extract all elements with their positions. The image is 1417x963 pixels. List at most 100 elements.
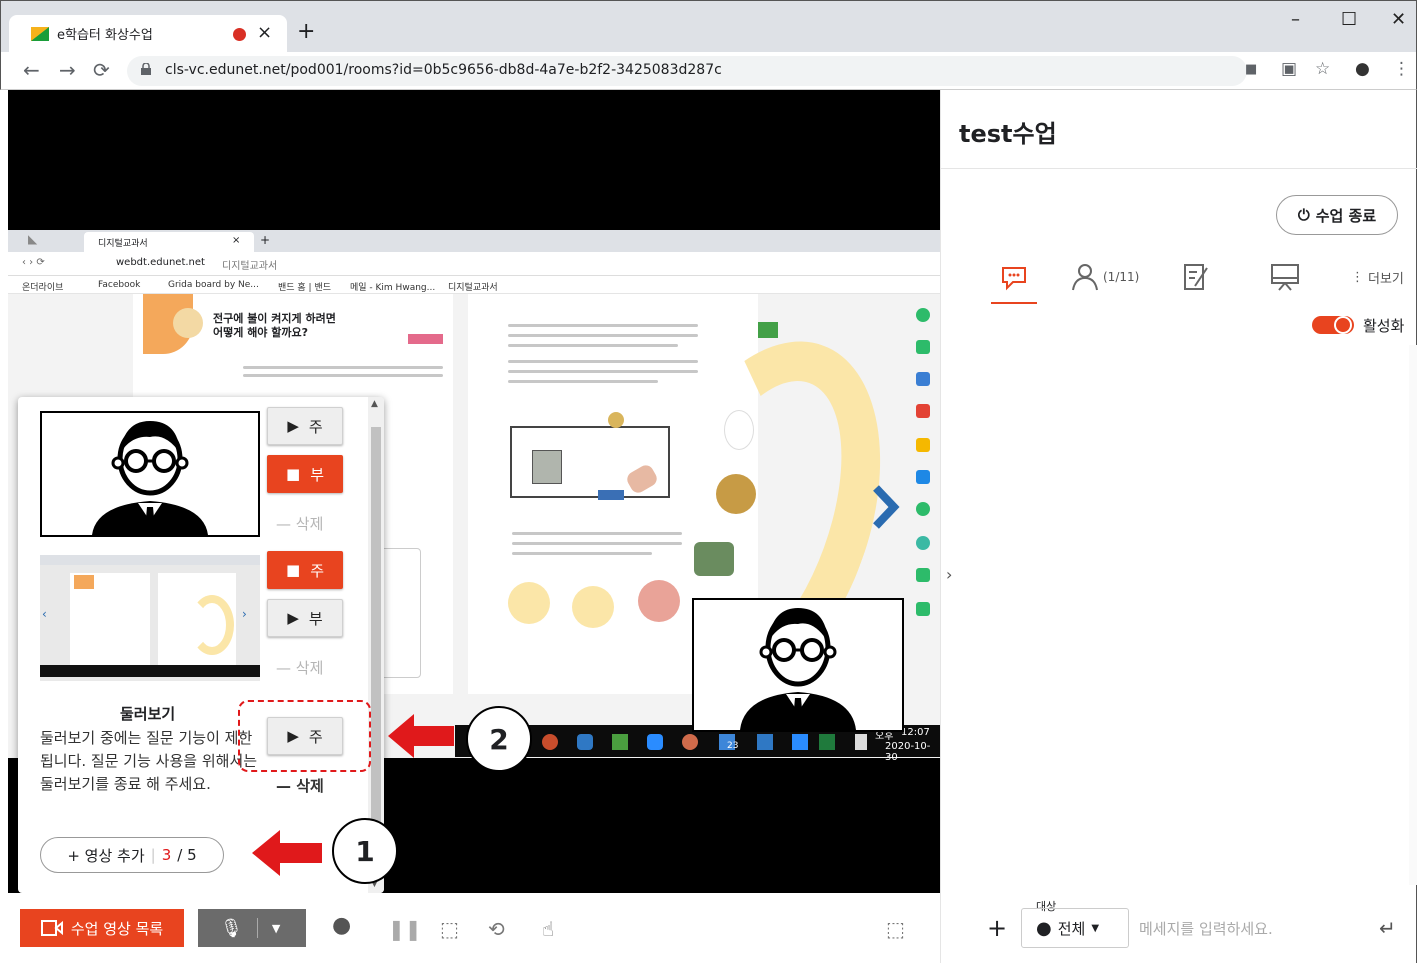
shared-bookmarks-bar: 온더라이브 Facebook Grida board by Ne... 밴드 홈… [8, 276, 940, 294]
collapse-panel-icon[interactable]: › [946, 565, 952, 584]
url-text: cls-vc.edunet.net/pod001/rooms?id=0b5c96… [165, 62, 722, 78]
edit-note-icon [1184, 264, 1208, 290]
annotation-callout-1: 1 [332, 818, 398, 884]
pointer-icon[interactable]: ☝ [542, 917, 554, 941]
browser-tab[interactable]: e학습터 화상수업 × [9, 15, 287, 53]
chat-input-bar: + 대상 ● 전체 ▼ 메세지를 입력하세요. ↵ [941, 890, 1417, 963]
profile-icon[interactable]: ● [1355, 59, 1370, 79]
participants-count: (1/11) [1103, 270, 1140, 284]
video-list-popup: ▶ 주 ■ 부 — 삭제 ‹ › ■ 주 ▶ 부 — 삭제 둘러보기 둘러보기 … [18, 397, 384, 893]
back-icon[interactable]: ← [23, 58, 40, 82]
menu-kebab-icon[interactable]: ⋮ [1393, 59, 1410, 79]
maximize-button[interactable]: ☐ [1341, 9, 1357, 30]
activate-toggle[interactable] [1312, 316, 1354, 334]
tab-quiz[interactable] [1181, 262, 1211, 292]
microphone-button[interactable]: 🎙 ▼ [198, 909, 306, 947]
textbook-heading-line2: 어떻게 해야 할까요? [213, 326, 308, 339]
recording-indicator-icon [233, 28, 246, 41]
teacher-avatar-icon [92, 421, 208, 535]
end-class-button[interactable]: ⏻ 수업 종료 [1276, 195, 1398, 235]
tab-chat[interactable] [999, 262, 1029, 292]
thumb-prev-icon: ‹ [42, 607, 47, 621]
bookmark-item: 메일 - Kim Hwang... [350, 283, 436, 293]
record-icon[interactable]: ● [332, 913, 351, 938]
bookmark-star-icon[interactable]: ☆ [1315, 59, 1330, 79]
shared-tab-bar: ◣ 디지털교과서 × + [8, 230, 940, 252]
shared-url-title: 디지털교과서 [222, 261, 278, 272]
shared-nav-icons: ‹ › ⟳ [22, 257, 45, 268]
taskbar-time: 12:07 [901, 727, 930, 738]
bookmark-item: 디지털교과서 [448, 283, 498, 293]
textbook-side-tools [913, 304, 933, 704]
minimize-button[interactable]: – [1291, 9, 1300, 30]
tab-screen[interactable] [1269, 262, 1301, 292]
play-icon: ▶ [287, 609, 299, 627]
more-menu[interactable]: ⋮ 더보기 [1351, 268, 1404, 287]
chevron-down-icon[interactable]: ▼ [272, 922, 280, 935]
annotation-arrow-2-icon [388, 714, 454, 758]
set-sub-button[interactable]: ▶ 부 [267, 599, 343, 637]
close-tab-button[interactable]: × [257, 22, 272, 43]
annotation-arrow-1-icon [252, 830, 322, 876]
new-tab-button[interactable]: + [297, 19, 315, 44]
browse-title: 둘러보기 [120, 705, 176, 723]
video-thumbnail[interactable] [40, 411, 260, 537]
minus-icon: — [276, 777, 291, 795]
mic-muted-icon: 🎙 [220, 917, 243, 939]
power-icon: ⏻ [1297, 206, 1310, 224]
screen-select-icon[interactable]: ⬚ [440, 917, 459, 941]
class-title: test수업 [959, 120, 1057, 148]
bookmark-item: Facebook [98, 280, 141, 290]
video-count-current: 3 [161, 846, 172, 864]
target-select[interactable]: ● 전체 ▼ [1021, 908, 1129, 948]
video-camera-icon [40, 920, 63, 936]
close-window-button[interactable]: ✕ [1391, 9, 1406, 30]
reload-icon[interactable]: ⟳ [93, 58, 110, 82]
presentation-icon [1271, 264, 1299, 291]
set-main-button[interactable]: ▶ 주 [267, 407, 343, 445]
loop-icon[interactable]: ⟲ [488, 917, 505, 941]
person-icon [1072, 264, 1098, 291]
shared-newtab-icon: + [260, 233, 271, 247]
chat-scrollbar[interactable] [1409, 345, 1417, 885]
add-video-button[interactable]: + 영상 추가 | 3 / 5 [40, 837, 224, 873]
tab-participants[interactable]: (1/11) [1071, 262, 1139, 292]
taskbar-badge: 23 [727, 741, 739, 751]
forward-icon[interactable]: → [59, 58, 76, 82]
camera-icon[interactable]: ■ [1245, 62, 1257, 77]
message-input[interactable]: 메세지를 입력하세요. [1139, 918, 1273, 939]
video-thumbnail[interactable]: ‹ › [40, 555, 260, 681]
shared-close-icon: × [232, 235, 241, 246]
annotation-callout-2: 2 [466, 706, 532, 772]
add-attachment-button[interactable]: + [987, 914, 1007, 942]
textbook-heading-line1: 전구에 불이 켜지게 하려면 [213, 312, 336, 325]
stop-main-button[interactable]: ■ 주 [267, 551, 343, 589]
pause-icon[interactable]: ❚❚ [388, 917, 422, 941]
bottom-toolbar: 수업 영상 목록 🎙 ▼ ● ❚❚ ⬚ ⟲ ☝ ⬚ [8, 893, 940, 963]
minus-icon: — [276, 659, 291, 677]
delete-video-button[interactable]: — 삭제 [276, 513, 323, 534]
delete-video-button[interactable]: — 삭제 [276, 775, 324, 796]
next-page-icon [873, 485, 900, 529]
highlight-box [238, 700, 371, 772]
send-button[interactable]: ↵ [1379, 916, 1396, 940]
video-count-total: / 5 [177, 846, 197, 864]
bookmark-item: Grida board by Ne... [168, 280, 259, 290]
bookmark-item: 밴드 홈 | 밴드 [278, 283, 332, 293]
taskbar-date: 2020-10-30 [885, 741, 931, 763]
delete-video-button[interactable]: — 삭제 [276, 657, 323, 678]
thumb-next-icon: › [242, 607, 247, 621]
teacher-video-pip[interactable] [692, 598, 904, 732]
tab-title: e학습터 화상수업 [57, 28, 153, 43]
stop-sub-button[interactable]: ■ 부 [267, 455, 343, 493]
url-field[interactable]: cls-vc.edunet.net/pod001/rooms?id=0b5c96… [127, 56, 1247, 86]
browse-description: 둘러보기 중에는 질문 기능이 제한됩니다. 질문 기능 사용을 위해서는 둘러… [40, 729, 258, 793]
video-list-button[interactable]: 수업 영상 목록 [20, 909, 184, 947]
user-circle-icon: ● [1036, 917, 1052, 939]
stop-icon: ■ [286, 561, 301, 579]
toggle-label: 활성화 [1363, 317, 1405, 335]
shared-tab-title: 디지털교과서 [98, 239, 148, 249]
translate-icon[interactable]: ▣ [1281, 59, 1297, 79]
pip-icon[interactable]: ⬚ [886, 917, 905, 941]
shared-address-bar: ‹ › ⟳ webdt.edunet.net 디지털교과서 [8, 252, 940, 276]
